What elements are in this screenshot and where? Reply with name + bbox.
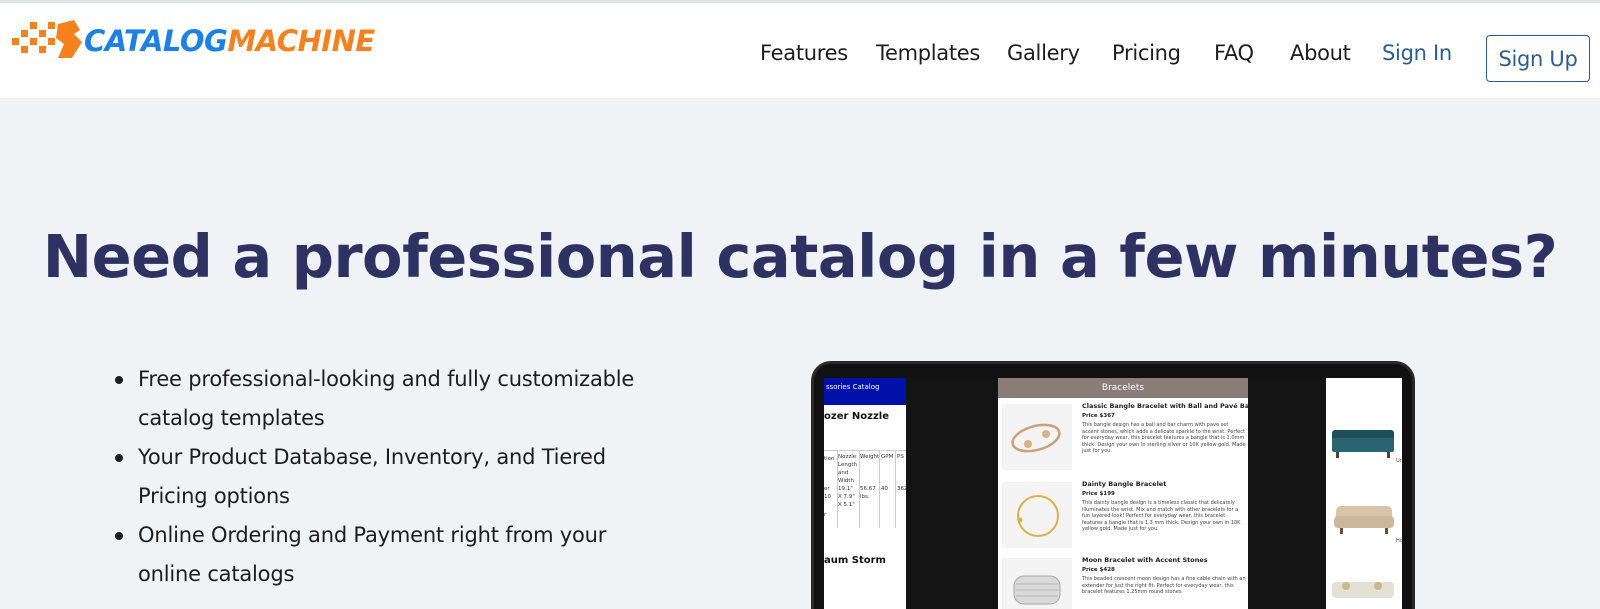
feature-list: Free professional-looking and fully cust… — [115, 360, 675, 594]
nav-faq[interactable]: FAQ — [1214, 41, 1254, 65]
table-divider — [859, 450, 860, 528]
sofa-icon — [1332, 582, 1394, 598]
catalog-page-bracelets: Bracelets Classic Bangle Bracelet with B… — [998, 378, 1248, 609]
product-description: This bangle design has a ball and bar ch… — [1082, 422, 1246, 454]
spec-cell: PS — [897, 454, 904, 460]
catalog-section-header: Bracelets — [998, 378, 1248, 398]
sofa-icon — [1332, 430, 1394, 458]
navbar: CATALOGMACHINE Features Templates Galler… — [0, 3, 1600, 98]
nav-about[interactable]: About — [1290, 41, 1351, 65]
feature-item: Free professional-looking and fully cust… — [115, 360, 675, 438]
furniture-images — [1332, 430, 1394, 598]
catalog-product-heading-2: aum Storm — [824, 555, 886, 566]
feature-item: Your Product Database, Inventory, and Ti… — [115, 438, 675, 516]
product-title: Classic Bangle Bracelet with Ball and Pa… — [1082, 402, 1248, 410]
feature-text: Online Ordering and Payment right from y… — [138, 523, 607, 586]
bangle-icon — [1011, 423, 1061, 453]
bullet-icon — [115, 376, 123, 384]
product-entry: Classic Bangle Bracelet with Ball and Pa… — [998, 400, 1248, 478]
nav-templates[interactable]: Templates — [876, 41, 980, 65]
brand-logo[interactable]: CATALOGMACHINE — [12, 18, 375, 62]
brand-word-2: MACHINE — [227, 24, 375, 58]
product-title: Dainty Bangle Bracelet — [1082, 480, 1167, 488]
catalog-product-heading: ozer Nozzle — [824, 411, 889, 422]
nav-features[interactable]: Features — [760, 41, 848, 65]
spec-cell: er 10 — [824, 486, 831, 500]
sofa-icon — [1334, 506, 1394, 534]
table-divider — [895, 450, 896, 528]
laptop-preview: ssories Catalog ozer Nozzle tion Nozzle … — [811, 361, 1415, 609]
price-note: Ho — [1396, 538, 1402, 544]
catalog-page-left: ssories Catalog ozer Nozzle tion Nozzle … — [824, 378, 906, 609]
sign-in-link[interactable]: Sign In — [1382, 41, 1452, 65]
product-entry: Moon Bracelet with Accent Stones Price $… — [998, 554, 1248, 609]
spec-cell: 56.67 lbs. — [860, 486, 876, 500]
bracelet-image — [1002, 404, 1072, 470]
price-note: Ur — [1396, 458, 1402, 464]
spec-cell: GPM — [881, 454, 894, 460]
spec-cell: 40 — [881, 486, 888, 492]
spec-cell: r — [824, 512, 827, 518]
bracelet-image — [1002, 558, 1072, 609]
spec-cell: 19.1" X 7.9" X 5.1" — [838, 486, 855, 508]
table-divider — [837, 450, 838, 528]
feature-text: Your Product Database, Inventory, and Ti… — [138, 445, 606, 508]
hero-title: Need a professional catalog in a few min… — [42, 222, 1558, 291]
laptop-screen: ssories Catalog ozer Nozzle tion Nozzle … — [824, 378, 1402, 609]
nav-gallery[interactable]: Gallery — [1007, 41, 1080, 65]
bracelet-image — [1002, 482, 1072, 548]
brand-word-1: CATALOG — [84, 24, 228, 58]
product-title: Moon Bracelet with Accent Stones — [1082, 556, 1208, 564]
brand-wordmark: CATALOGMACHINE — [84, 24, 375, 58]
spec-cell: Nozzle Length and Width — [838, 454, 857, 484]
spec-cell: tion — [824, 456, 835, 462]
logo-mark-icon — [12, 20, 82, 58]
spec-cell: Weight — [860, 454, 880, 460]
feature-text: Free professional-looking and fully cust… — [138, 367, 635, 430]
spec-cell: 362 — [897, 486, 906, 492]
catalog-header-bar: ssories Catalog — [824, 378, 906, 405]
product-entry: Dainty Bangle Bracelet Price $199 This d… — [998, 478, 1248, 556]
product-description: This dainty bangle design is a timeless … — [1082, 500, 1241, 532]
cuff-icon — [1013, 575, 1061, 605]
sign-up-button[interactable]: Sign Up — [1486, 35, 1590, 82]
table-divider — [879, 450, 880, 528]
product-price: Price $199 — [1082, 491, 1115, 497]
catalog-page-furniture: Ur Ho — [1326, 378, 1402, 609]
nav-pricing[interactable]: Pricing — [1112, 41, 1181, 65]
bullet-icon — [115, 454, 123, 462]
product-price: Price $367 — [1082, 413, 1115, 419]
product-description: This beaded crescent moon design has a f… — [1082, 576, 1246, 595]
bullet-icon — [115, 532, 123, 540]
product-price: Price $428 — [1082, 567, 1115, 573]
feature-item: Online Ordering and Payment right from y… — [115, 516, 675, 594]
bangle-icon — [1017, 495, 1059, 537]
